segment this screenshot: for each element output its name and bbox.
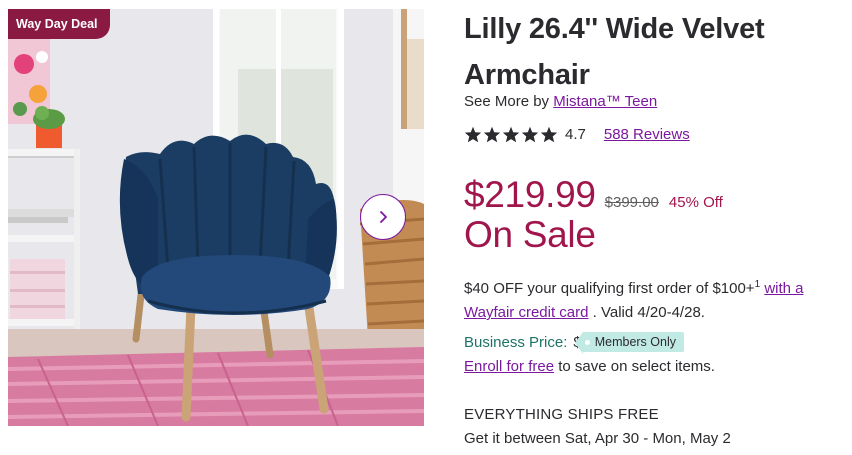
brand-prefix: See More by [464,93,550,110]
reviews-link[interactable]: 588 Reviews [604,126,690,143]
enroll-link[interactable]: Enroll for free [464,358,554,375]
deal-badge-label: Way Day Deal [16,17,98,31]
enroll-text: to save on select items. [558,358,715,375]
brand-link[interactable]: Mistana™ Teen [553,93,657,110]
rating-row[interactable]: 4.7 588 Reviews [464,126,690,143]
product-image-gallery[interactable]: Way Day Deal [8,9,424,426]
star-icon [521,126,539,143]
star-rating [464,126,558,143]
enroll-line: Enroll for free to save on select items. [464,358,715,375]
price-row: $219.99 $399.00 45% Off [464,174,723,216]
star-icon [483,126,501,143]
chevron-right-icon [380,211,387,223]
star-icon [464,126,482,143]
brand-line: See More by Mistana™ Teen [464,93,657,110]
star-icon [502,126,520,143]
star-icon [540,126,558,143]
free-shipping-headline: EVERYTHING SHIPS FREE [464,406,659,423]
promo-text: $40 OFF your qualifying first order of $… [464,280,755,297]
business-price-row: Business Price: $ Members Only [464,332,684,354]
credit-card-promo: $40 OFF your qualifying first order of $… [464,277,844,325]
sale-price: $219.99 [464,174,596,215]
product-title: Lilly 26.4'' Wide Velvet Armchair [464,13,765,91]
on-sale-label: On Sale [464,214,596,255]
discount-label: 45% Off [668,194,723,211]
rating-value: 4.7 [565,126,586,143]
way-day-deal-badge: Way Day Deal [8,9,110,39]
original-price: $399.00 [604,194,659,211]
next-image-button[interactable] [360,194,406,240]
promo-validity: . Valid 4/20-4/28. [592,304,705,321]
business-price-label: Business Price: [464,333,568,351]
delivery-estimate: Get it between Sat, Apr 30 - Mon, May 2 [464,430,731,447]
promo-footnote: 1 [754,279,761,290]
members-only-tag: Members Only [574,332,684,354]
